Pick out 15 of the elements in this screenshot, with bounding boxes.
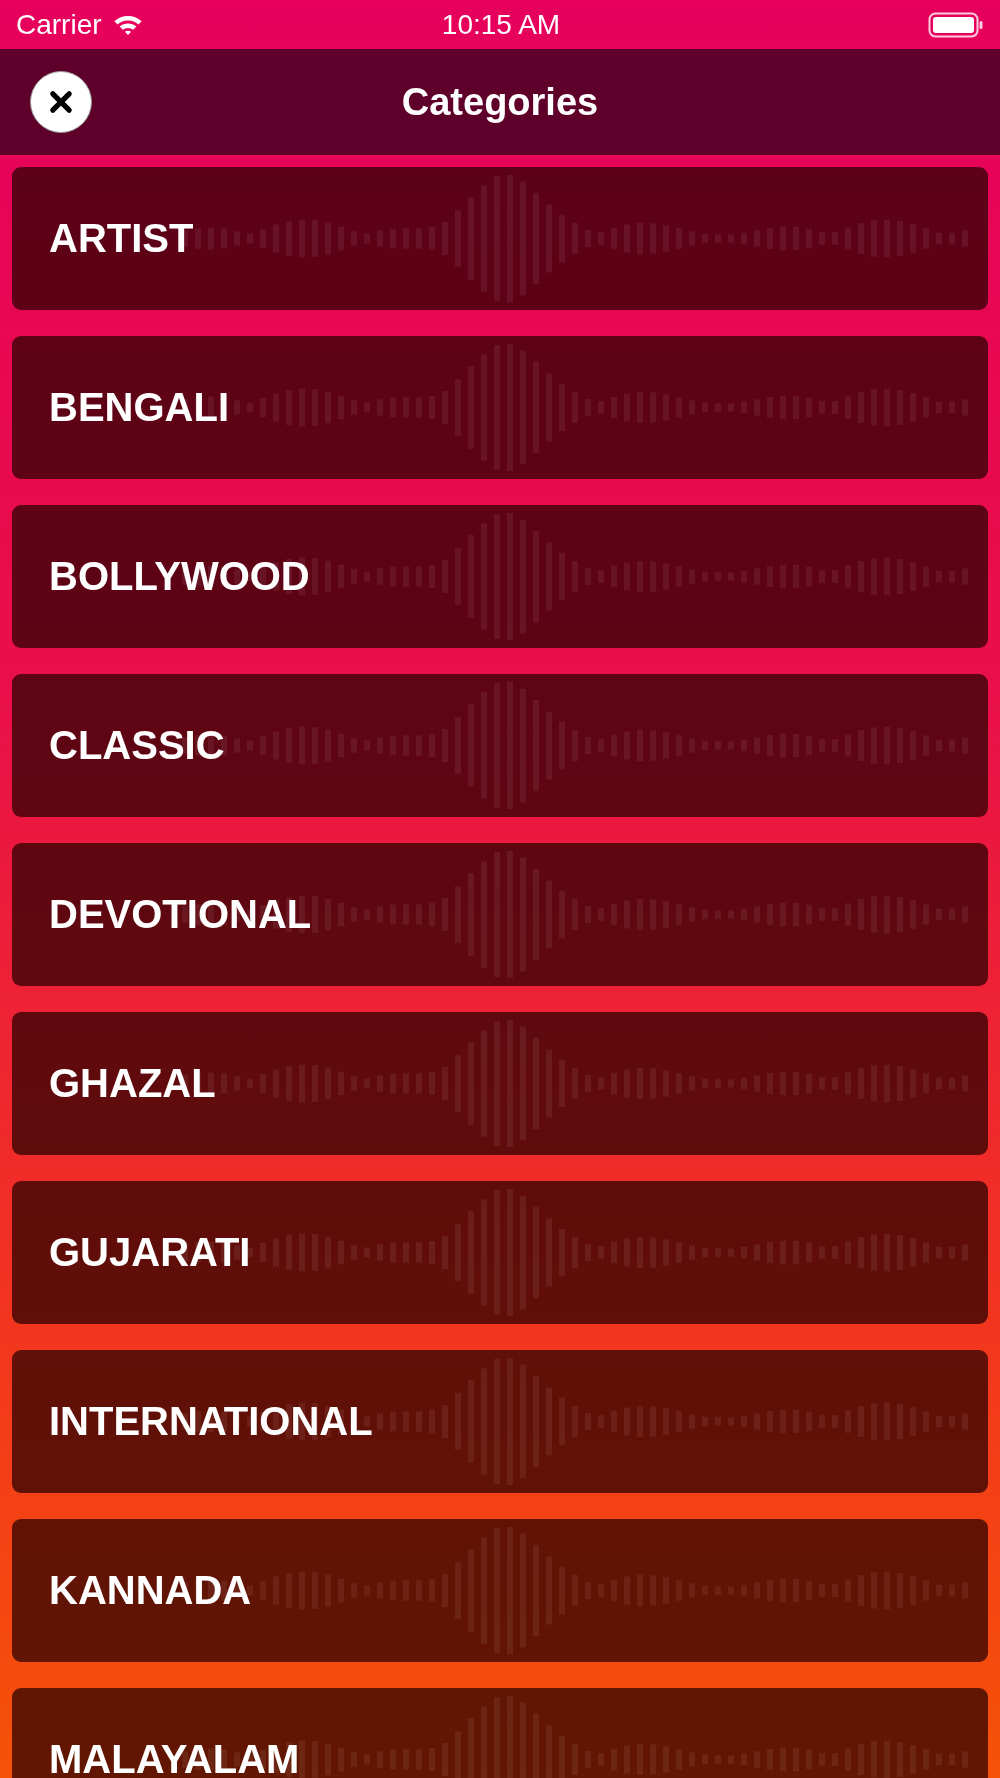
carrier-name: Carrier	[16, 8, 102, 41]
category-item[interactable]: KANNADA	[12, 1519, 988, 1662]
close-icon	[47, 88, 75, 116]
category-item[interactable]: GUJARATI	[12, 1181, 988, 1324]
clock-time: 10:15 AM	[441, 8, 561, 41]
category-item[interactable]: GHAZAL	[12, 1012, 988, 1155]
category-item[interactable]: CLASSIC	[12, 674, 988, 817]
category-item[interactable]: BOLLYWOOD	[12, 505, 988, 648]
page-title: Categories	[401, 80, 599, 124]
category-item[interactable]: ARTIST	[12, 167, 988, 310]
category-item[interactable]: MALAYALAM	[12, 1688, 988, 1778]
category-item[interactable]: DEVOTIONAL	[12, 843, 988, 986]
category-item[interactable]: BENGALI	[12, 336, 988, 479]
category-item[interactable]: INTERNATIONAL	[12, 1350, 988, 1493]
battery-icon	[926, 11, 986, 38]
